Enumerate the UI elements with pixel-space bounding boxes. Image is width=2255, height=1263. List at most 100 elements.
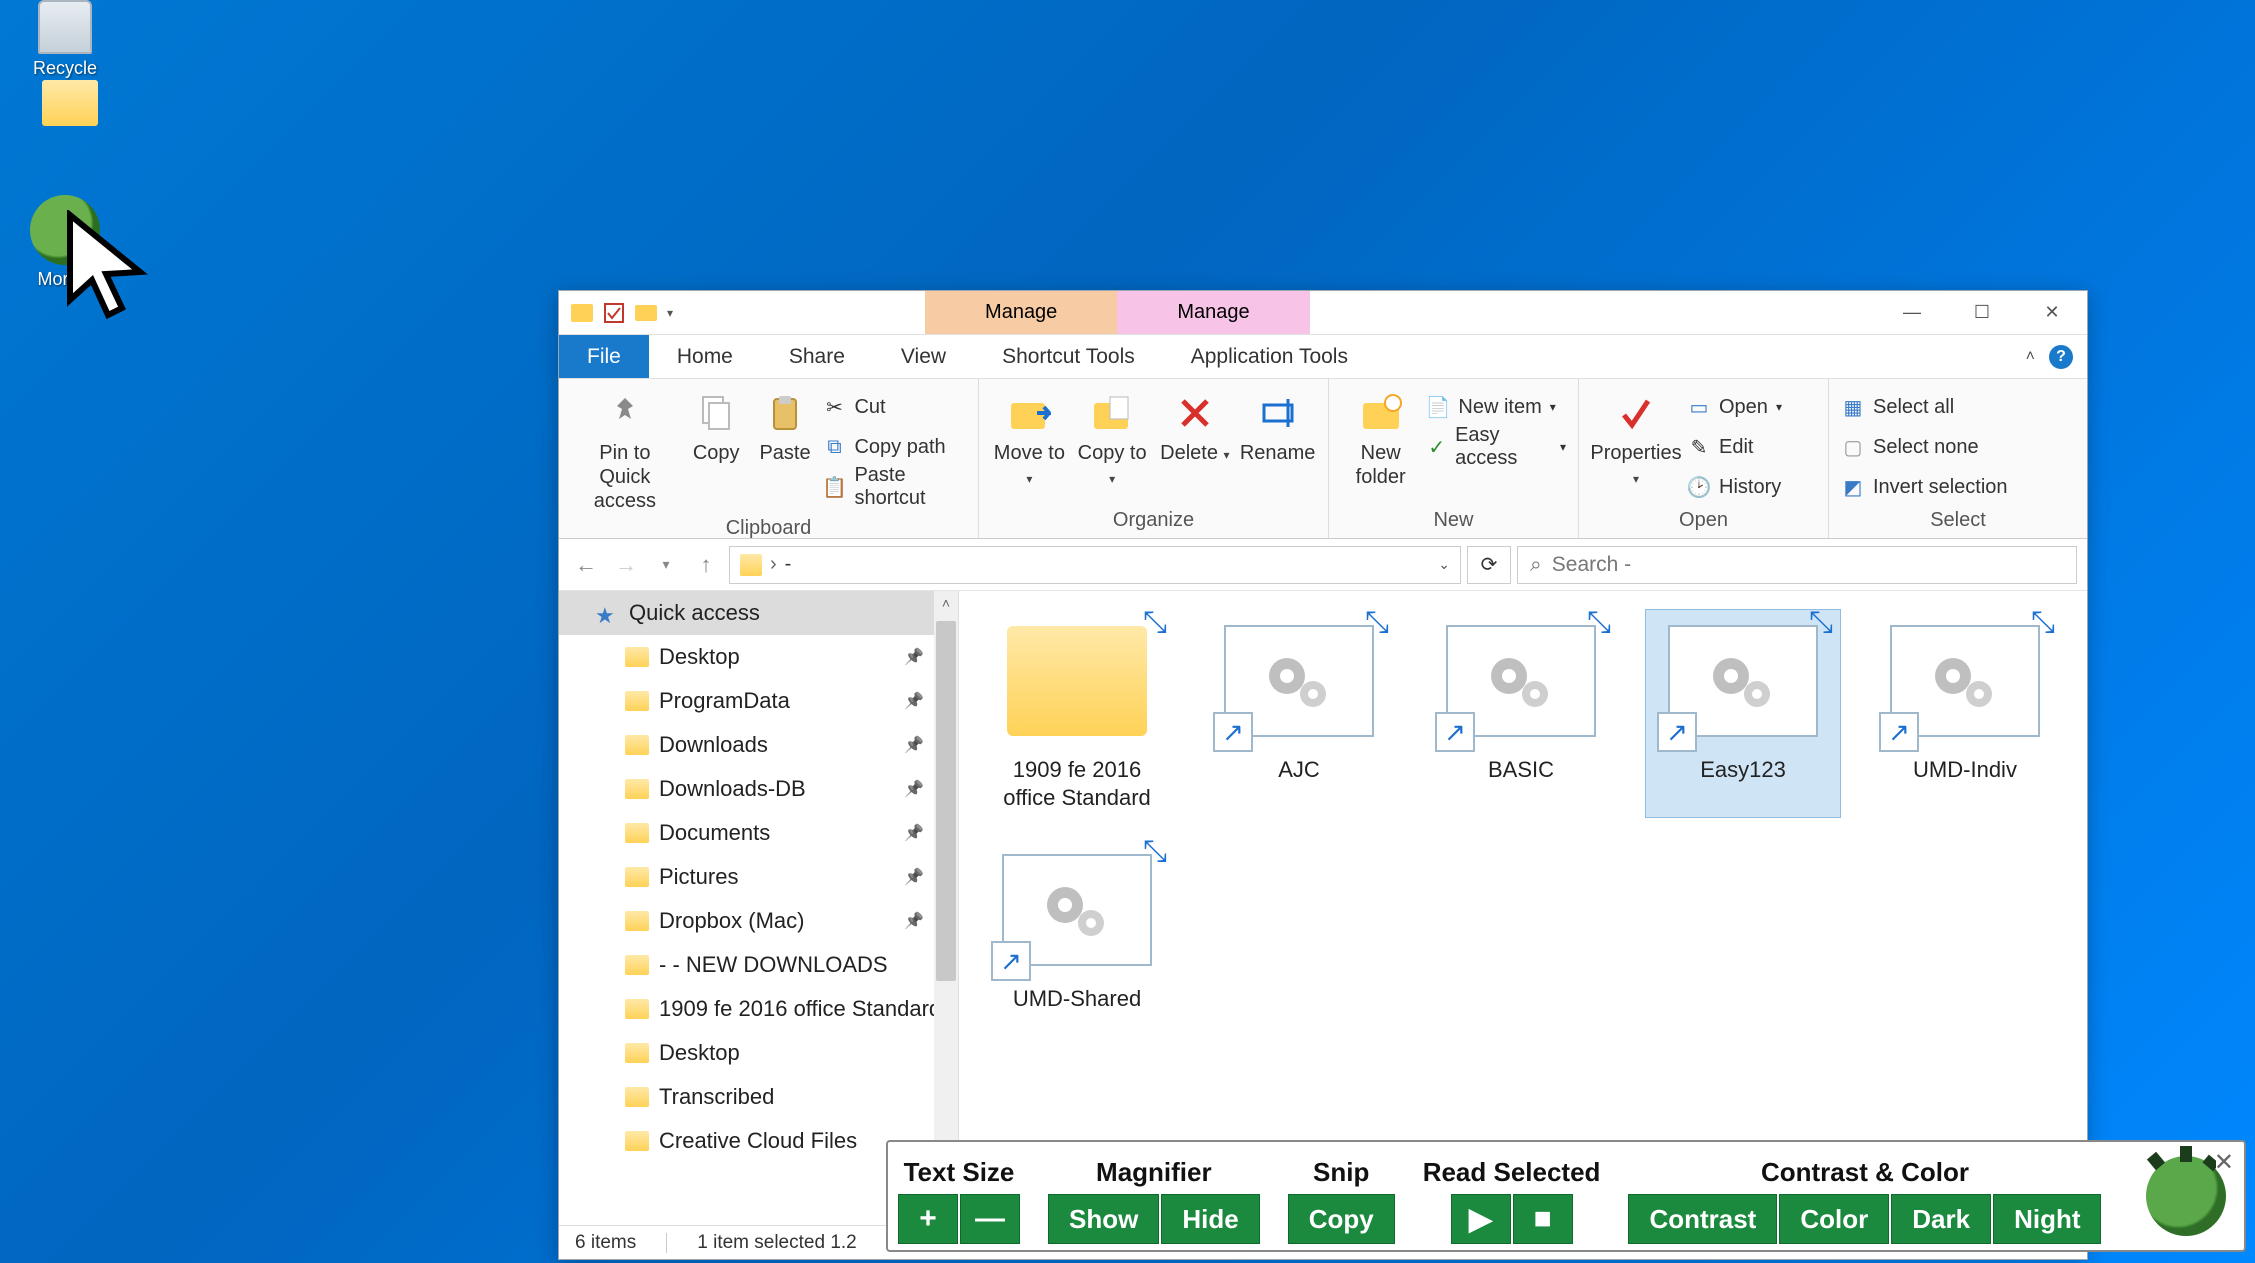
move-to-button[interactable]: Move to: [991, 385, 1068, 489]
forward-button[interactable]: →: [609, 548, 643, 582]
up-button[interactable]: ↑: [689, 548, 723, 582]
navpane-item[interactable]: - - NEW DOWNLOADS: [559, 943, 958, 987]
refresh-button[interactable]: ⟳: [1467, 546, 1511, 584]
navpane-item[interactable]: Downloads-DB: [559, 767, 958, 811]
context-tab-shortcut-manage[interactable]: Manage: [925, 291, 1117, 334]
back-button[interactable]: ←: [569, 548, 603, 582]
navpane-item[interactable]: Transcribed: [559, 1075, 958, 1119]
desktop-folder-shortcut[interactable]: [40, 80, 100, 130]
text-size-decrease-button[interactable]: —: [960, 1194, 1020, 1244]
folder-thumb: ⤡: [997, 616, 1157, 746]
properties-button[interactable]: Properties: [1591, 385, 1681, 489]
navpane-item[interactable]: Downloads: [559, 723, 958, 767]
color-button[interactable]: Color: [1779, 1194, 1889, 1244]
paste-shortcut-button[interactable]: 📋Paste shortcut: [822, 471, 966, 503]
navigation-pane[interactable]: ★ Quick access DesktopProgramDataDownloa…: [559, 591, 959, 1225]
tab-view[interactable]: View: [873, 335, 974, 378]
invert-selection-icon: ◩: [1841, 475, 1865, 499]
recycle-bin-icon: [38, 0, 92, 54]
recent-locations-button[interactable]: ▾: [649, 548, 683, 582]
address-dropdown-icon[interactable]: ⌄: [1438, 556, 1450, 573]
file-item[interactable]: ⤡↗BASIC: [1423, 609, 1619, 818]
delete-button[interactable]: Delete: [1157, 385, 1234, 465]
file-label: UMD-Shared: [1013, 985, 1141, 1013]
desktop-morphic-shortcut[interactable]: Morphi: [20, 195, 110, 290]
file-menu[interactable]: File: [559, 335, 649, 378]
rename-button[interactable]: Rename: [1239, 385, 1316, 465]
shortcut-thumb: ⤡↗: [1663, 616, 1823, 746]
tab-home[interactable]: Home: [649, 335, 761, 378]
copy-button[interactable]: Copy: [685, 385, 748, 465]
history-button[interactable]: 🕑History: [1687, 471, 1782, 503]
magnifier-show-button[interactable]: Show: [1048, 1194, 1159, 1244]
collapse-ribbon-icon[interactable]: ˄: [2026, 348, 2035, 366]
magnifier-hide-button[interactable]: Hide: [1161, 1194, 1259, 1244]
open-button[interactable]: ▭Open ▾: [1687, 391, 1782, 423]
sync-overlay-icon: ⤡: [1809, 606, 1833, 640]
delete-icon: [1173, 391, 1217, 435]
minimize-button[interactable]: —: [1877, 291, 1947, 334]
navpane-item[interactable]: Dropbox (Mac): [559, 899, 958, 943]
titlebar[interactable]: ▾ Manage Manage — ☐ ✕: [559, 291, 2087, 335]
search-box[interactable]: ⌕ Search -: [1517, 546, 2077, 584]
file-item[interactable]: ⤡↗Easy123: [1645, 609, 1841, 818]
file-item[interactable]: ⤡1909 fe 2016 office Standard: [979, 609, 1175, 818]
scrollbar-thumb[interactable]: [936, 621, 956, 981]
history-icon: 🕑: [1687, 475, 1711, 499]
read-stop-button[interactable]: ■: [1513, 1194, 1573, 1244]
pin-to-quick-access-button[interactable]: Pin to Quick access: [571, 385, 679, 513]
folder-icon: [625, 999, 649, 1019]
address-bar[interactable]: › - ⌄: [729, 546, 1461, 584]
tab-share[interactable]: Share: [761, 335, 873, 378]
paste-icon: [763, 391, 807, 435]
help-button[interactable]: ?: [2049, 345, 2073, 369]
text-size-increase-button[interactable]: +: [898, 1194, 958, 1244]
close-button[interactable]: ✕: [2017, 291, 2087, 334]
navpane-item[interactable]: Pictures: [559, 855, 958, 899]
morphic-toolbar[interactable]: ✕ Text Size + — Magnifier Show Hide Snip…: [886, 1140, 2246, 1252]
file-item[interactable]: ⤡↗AJC: [1201, 609, 1397, 818]
night-button[interactable]: Night: [1993, 1194, 2101, 1244]
navpane-item-label: Dropbox (Mac): [659, 908, 804, 934]
scroll-up-icon[interactable]: ˄: [934, 591, 958, 615]
qat-folder-icon[interactable]: [635, 302, 657, 324]
qat-properties-icon[interactable]: [603, 302, 625, 324]
easy-access-button[interactable]: ✓Easy access ▾: [1426, 431, 1566, 463]
edit-button[interactable]: ✎Edit: [1687, 431, 1782, 463]
read-play-button[interactable]: ▶: [1451, 1194, 1511, 1244]
tab-shortcut-tools[interactable]: Shortcut Tools: [974, 335, 1163, 378]
snip-copy-button[interactable]: Copy: [1288, 1194, 1395, 1244]
navpane-item-label: Downloads: [659, 732, 768, 758]
copy-path-button[interactable]: ⧉Copy path: [822, 431, 966, 463]
paste-button[interactable]: Paste: [754, 385, 817, 465]
file-list[interactable]: ⤡1909 fe 2016 office Standard⤡↗AJC⤡↗BASI…: [959, 591, 2087, 1225]
navpane-quick-access[interactable]: ★ Quick access: [559, 591, 958, 635]
group-label: Open: [1591, 505, 1816, 538]
invert-selection-button[interactable]: ◩Invert selection: [1841, 471, 2008, 503]
tab-application-tools[interactable]: Application Tools: [1163, 335, 1376, 378]
maximize-button[interactable]: ☐: [1947, 291, 2017, 334]
contrast-button[interactable]: Contrast: [1628, 1194, 1777, 1244]
new-folder-button[interactable]: New folder: [1341, 385, 1420, 489]
file-item[interactable]: ⤡↗UMD-Shared: [979, 838, 1175, 1020]
file-item[interactable]: ⤡↗UMD-Indiv: [1867, 609, 2063, 818]
navpane-item[interactable]: Desktop: [559, 1031, 958, 1075]
context-tab-app-manage[interactable]: Manage: [1117, 291, 1309, 334]
navpane-item[interactable]: Documents: [559, 811, 958, 855]
dark-button[interactable]: Dark: [1891, 1194, 1991, 1244]
select-all-button[interactable]: ▦Select all: [1841, 391, 2008, 423]
sync-overlay-icon: ⤡: [1143, 606, 1167, 640]
select-none-icon: ▢: [1841, 435, 1865, 459]
navpane-scrollbar[interactable]: ˄ ˅: [934, 591, 958, 1225]
paste-shortcut-icon: 📋: [822, 475, 846, 499]
select-none-button[interactable]: ▢Select none: [1841, 431, 2008, 463]
cut-button[interactable]: ✂Cut: [822, 391, 966, 423]
ribbon: Pin to Quick access Copy Paste ✂Cut ⧉Cop…: [559, 379, 2087, 539]
navpane-item[interactable]: ProgramData: [559, 679, 958, 723]
qat-dropdown-icon[interactable]: ▾: [667, 306, 673, 320]
navpane-item[interactable]: 1909 fe 2016 office Standard: [559, 987, 958, 1031]
copy-to-button[interactable]: Copy to: [1074, 385, 1151, 489]
breadcrumb[interactable]: -: [785, 553, 792, 576]
new-item-button[interactable]: 📄New item ▾: [1426, 391, 1566, 423]
navpane-item[interactable]: Desktop: [559, 635, 958, 679]
